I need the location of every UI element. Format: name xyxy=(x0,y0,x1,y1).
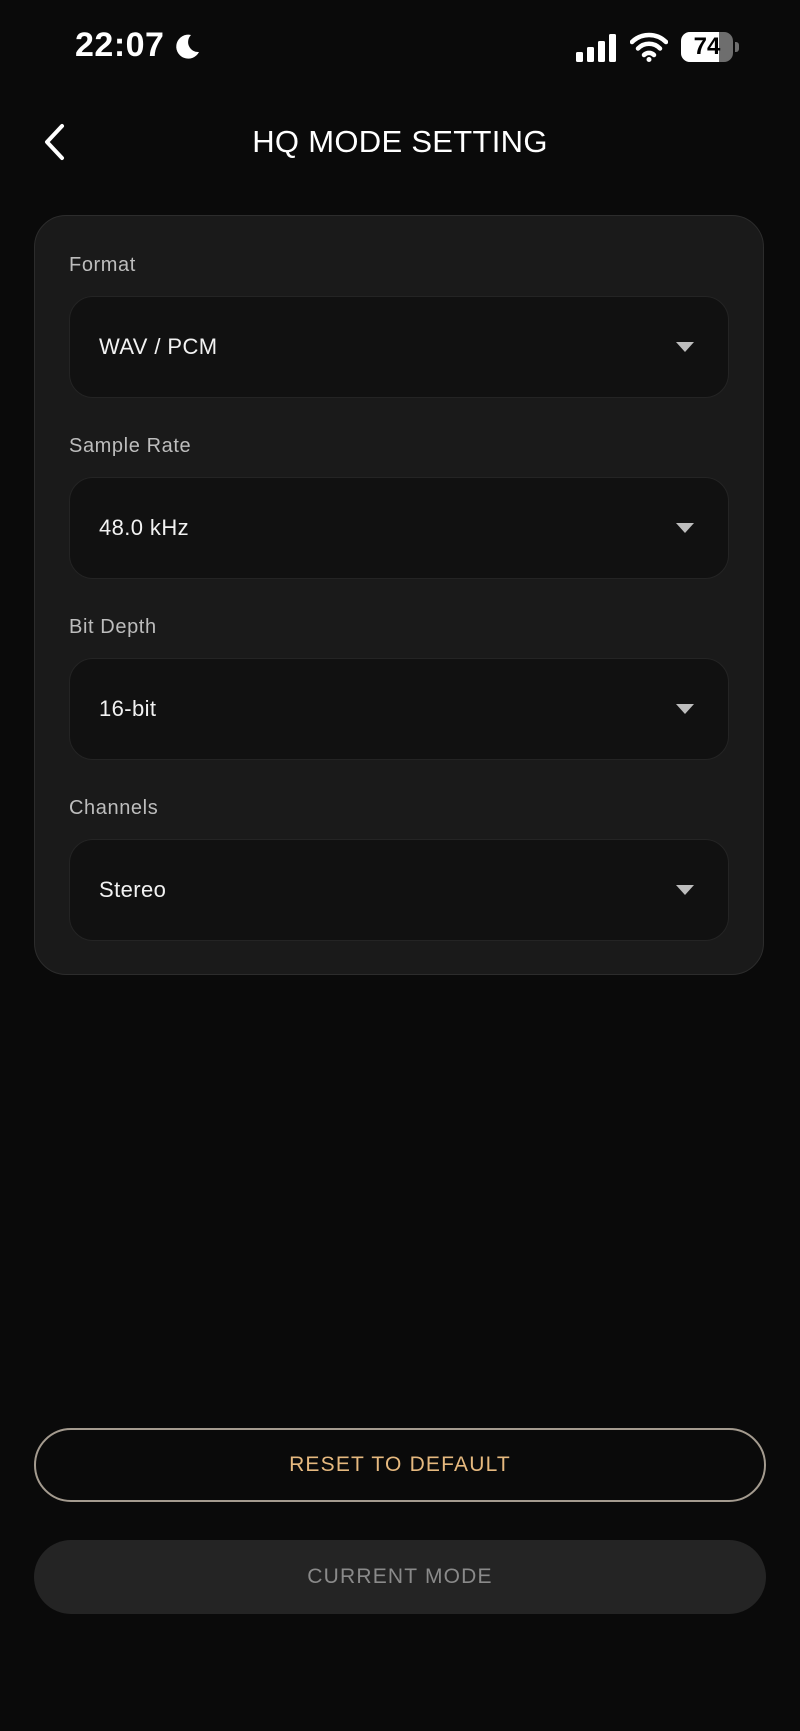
bit-depth-field: Bit Depth 16-bit xyxy=(69,612,729,760)
sample-rate-value: 48.0 kHz xyxy=(99,515,190,540)
back-button[interactable] xyxy=(30,116,82,168)
settings-card: Format WAV / PCM Sample Rate 48.0 kHz Bi… xyxy=(34,215,764,975)
sample-rate-field: Sample Rate 48.0 kHz xyxy=(69,431,729,579)
caret-down-icon xyxy=(676,885,694,895)
caret-down-icon xyxy=(676,704,694,714)
caret-down-icon xyxy=(676,523,694,533)
bit-depth-label: Bit Depth xyxy=(69,616,157,638)
caret-down-icon xyxy=(676,342,694,352)
format-value: WAV / PCM xyxy=(99,334,218,359)
moon-icon xyxy=(176,34,199,59)
channels-label: Channels xyxy=(69,797,159,819)
sample-rate-label: Sample Rate xyxy=(69,435,192,457)
signal-icon xyxy=(576,34,616,62)
channels-field: Channels Stereo xyxy=(69,793,729,941)
status-bar: 22:07 74 xyxy=(0,0,800,96)
format-label: Format xyxy=(69,254,136,276)
wifi-icon xyxy=(630,32,668,62)
header: HQ MODE SETTING xyxy=(0,100,800,184)
channels-value: Stereo xyxy=(99,877,167,902)
battery-level: 74 xyxy=(693,33,721,60)
chevron-left-icon xyxy=(45,124,64,160)
format-field: Format WAV / PCM xyxy=(69,250,729,398)
bit-depth-select[interactable]: 16-bit xyxy=(69,658,729,760)
battery-cap xyxy=(735,42,739,52)
format-select[interactable]: WAV / PCM xyxy=(69,296,729,398)
bit-depth-value: 16-bit xyxy=(99,696,157,721)
battery-body: 74 xyxy=(681,32,733,62)
channels-select[interactable]: Stereo xyxy=(69,839,729,941)
sample-rate-select[interactable]: 48.0 kHz xyxy=(69,477,729,579)
page-title: HQ MODE SETTING xyxy=(252,124,548,159)
current-mode-button[interactable]: CURRENT MODE xyxy=(34,1540,766,1614)
battery-icon: 74 xyxy=(681,32,739,62)
reset-to-default-button[interactable]: RESET TO DEFAULT xyxy=(34,1428,766,1502)
status-time: 22:07 xyxy=(75,26,165,64)
